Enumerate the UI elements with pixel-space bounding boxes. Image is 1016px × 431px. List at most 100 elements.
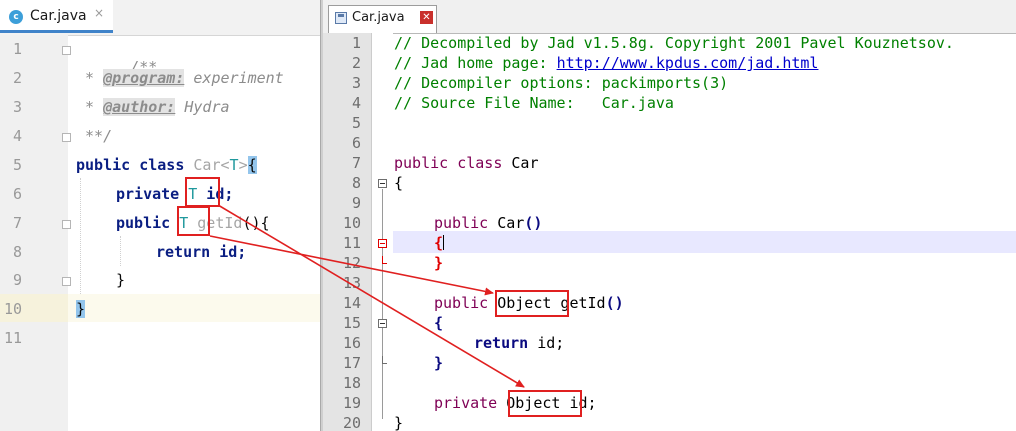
line-number: 11 [3, 329, 22, 347]
code-line-8: { [394, 174, 403, 192]
brace-match: } [434, 254, 444, 272]
code-line-10: public Car() [434, 214, 542, 232]
code-line-10: } [76, 300, 86, 318]
punctuation: (){ [242, 214, 270, 232]
brace-highlight: { [247, 156, 257, 174]
fold-marker-icon[interactable] [62, 46, 71, 55]
tab-car-java-left[interactable]: c Car.java × [0, 0, 113, 33]
type-parameter: T [229, 156, 239, 174]
screenshot-root: c Car.java × 1 2 3 4 5 6 7 8 9 10 11 /**… [0, 0, 1016, 431]
line-number: 2 [351, 54, 361, 72]
tab-label: Car.java [352, 10, 405, 25]
code-line-15: { [434, 314, 443, 332]
class-name: Car< [193, 156, 230, 174]
right-tab-bar: Car.java ✕ [323, 0, 1016, 34]
line-number: 8 [351, 174, 361, 192]
line-number: 8 [12, 243, 22, 261]
indent-guide [80, 178, 82, 294]
doc-comment: Hydra [175, 98, 230, 116]
left-editor-pane: c Car.java × 1 2 3 4 5 6 7 8 9 10 11 /**… [0, 0, 320, 431]
tab-label: Car.java [30, 8, 87, 24]
doc-tag: @program: [103, 69, 185, 87]
line-number: 17 [342, 354, 361, 372]
close-icon[interactable]: × [94, 6, 104, 20]
keyword: private [434, 394, 507, 412]
doc-comment: experiment [184, 69, 284, 87]
code-line-1: // Decompiled by Jad v1.5.8g. Copyright … [394, 34, 954, 52]
current-line-highlight [393, 231, 1016, 253]
brace: } [394, 414, 404, 431]
punctuation: > [238, 156, 248, 174]
class-name: Car [511, 154, 539, 172]
line-number: 7 [351, 154, 361, 172]
parentheses: () [605, 294, 624, 312]
code-line-4: **/ [76, 127, 112, 145]
line-number: 7 [12, 214, 22, 232]
comment: // Jad home page: [394, 54, 557, 72]
code-line-12: } [434, 254, 443, 272]
code-line-9: } [116, 271, 125, 289]
doc-comment: * [76, 69, 104, 87]
fold-marker-icon[interactable] [62, 133, 71, 142]
fold-marker-icon[interactable] [378, 319, 387, 328]
tab-car-java-right[interactable]: Car.java ✕ [328, 5, 437, 33]
comment: // Source File Name: Car.java [394, 94, 674, 112]
code-line-7: public class Car [394, 154, 539, 172]
code-line-5: public class Car<T>{ [76, 156, 257, 174]
code-line-2: // Jad home page: http://www.kpdus.com/j… [394, 54, 818, 72]
line-number: 13 [342, 274, 361, 292]
close-icon[interactable]: ✕ [420, 11, 433, 24]
code-line-17: } [434, 354, 443, 372]
code-line-3: * @author: Hydra [76, 98, 230, 116]
line-number: 9 [351, 194, 361, 212]
line-number: 4 [351, 94, 361, 112]
brace-highlight: } [76, 300, 86, 318]
line-number: 18 [342, 374, 361, 392]
keyword: public class [76, 156, 194, 174]
fold-end-marker [382, 256, 387, 264]
keyword: return [474, 334, 538, 352]
code-line-8: return id; [156, 243, 246, 261]
fold-marker-icon[interactable] [378, 239, 387, 248]
keyword: public [434, 214, 498, 232]
line-number: 6 [12, 185, 22, 203]
constructor-name: Car [497, 214, 525, 232]
save-icon [335, 12, 347, 24]
line-number: 1 [12, 40, 22, 58]
line-number: 5 [351, 114, 361, 132]
comment: // Decompiled by Jad v1.5.8g. Copyright … [394, 34, 954, 52]
line-number: 1 [351, 34, 361, 52]
line-number: 16 [342, 334, 361, 352]
home-page-link[interactable]: http://www.kpdus.com/jad.html [557, 54, 819, 72]
keyword: return [156, 243, 220, 261]
indent-guide [120, 236, 122, 266]
right-editor-pane: Car.java ✕ 1 2 3 4 5 6 7 8 9 10 11 12 13… [323, 0, 1016, 431]
doc-comment: * [76, 98, 104, 116]
return-value: id; [219, 243, 247, 261]
code-line-11: { [434, 234, 445, 252]
line-number: 10 [342, 214, 361, 232]
line-number: 9 [12, 271, 22, 289]
fold-marker-icon[interactable] [62, 277, 71, 286]
line-number: 5 [12, 156, 22, 174]
code-line-4: // Source File Name: Car.java [394, 94, 674, 112]
annotation-box-return-type [177, 206, 210, 236]
fold-marker-icon[interactable] [62, 220, 71, 229]
keyword: private [116, 185, 189, 203]
keyword: public [434, 294, 498, 312]
annotation-box-object-return [495, 290, 569, 317]
parentheses: () [524, 214, 543, 232]
line-number: 11 [342, 234, 361, 252]
line-number: 6 [351, 134, 361, 152]
text-cursor [443, 235, 445, 250]
comment: // Decompiler options: packimports(3) [394, 74, 729, 92]
line-number: 3 [351, 74, 361, 92]
fold-end-marker [382, 356, 387, 364]
fold-line [382, 189, 383, 419]
fold-marker-icon[interactable] [378, 179, 387, 188]
brace: } [434, 354, 444, 372]
line-number: 12 [342, 254, 361, 272]
brace: { [394, 174, 404, 192]
code-line-3: // Decompiler options: packimports(3) [394, 74, 728, 92]
annotation-box-object-field [508, 390, 582, 417]
